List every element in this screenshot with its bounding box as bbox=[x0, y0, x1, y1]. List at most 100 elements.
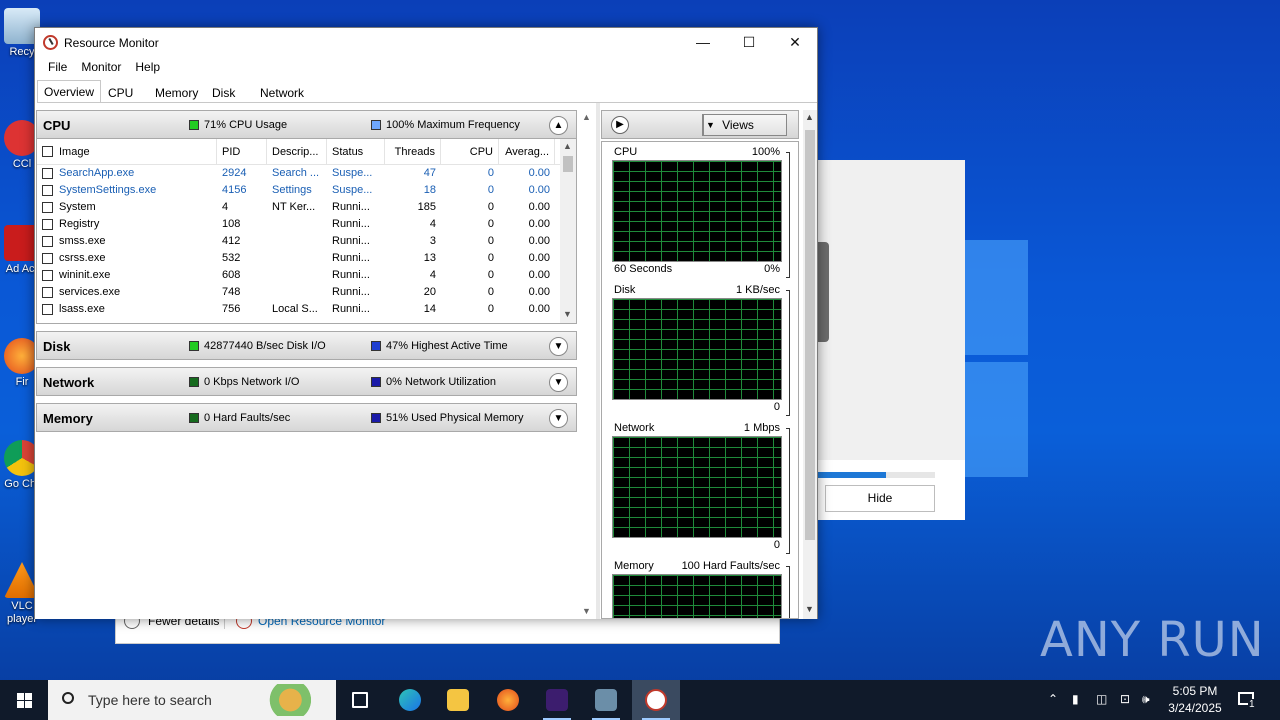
row-checkbox[interactable] bbox=[42, 304, 53, 315]
chevron-up-icon[interactable]: ▲ bbox=[549, 116, 568, 135]
table-row[interactable]: SystemSettings.exe 4156 Settings Suspe... 18… bbox=[37, 182, 576, 199]
taskbar-clock[interactable]: 5:05 PM 3/24/2025 bbox=[1160, 683, 1230, 717]
meet-now-icon[interactable]: ◫ bbox=[1096, 692, 1107, 706]
scroll-down-arrow[interactable]: ▼ bbox=[582, 606, 591, 616]
column-pid[interactable]: PID bbox=[217, 139, 267, 164]
scroll-thumb[interactable] bbox=[805, 130, 815, 540]
start-button[interactable] bbox=[0, 680, 48, 720]
cpu-section-header[interactable]: CPU 71% CPU Usage 100% Maximum Frequency… bbox=[36, 110, 577, 139]
chevron-down-icon[interactable]: ▼ bbox=[549, 373, 568, 392]
column-image[interactable]: Image bbox=[37, 139, 217, 164]
row-checkbox[interactable] bbox=[42, 253, 53, 264]
disk-io-text: 42877440 B/sec Disk I/O bbox=[204, 340, 326, 352]
network-icon[interactable]: ⊡ bbox=[1120, 692, 1130, 706]
row-checkbox[interactable] bbox=[42, 287, 53, 298]
maximize-button[interactable]: ☐ bbox=[726, 28, 772, 57]
menu-help[interactable]: Help bbox=[128, 57, 167, 78]
row-checkbox[interactable] bbox=[42, 202, 53, 213]
graph-canvas bbox=[612, 298, 782, 400]
scroll-thumb[interactable] bbox=[563, 156, 573, 172]
graphs-area: CPU 100% 60 Seconds 0% Disk 1 KB/sec 0 Netw… bbox=[601, 141, 799, 619]
tab-network[interactable]: Network bbox=[253, 81, 311, 102]
tab-overview[interactable]: Overview bbox=[37, 80, 102, 103]
cell-image: System bbox=[37, 199, 217, 216]
table-row[interactable]: wininit.exe 608 Runni... 4 0 0.00 bbox=[37, 267, 576, 284]
views-dropdown[interactable]: Views ▼ bbox=[702, 114, 787, 136]
chevron-right-icon[interactable]: ▶ bbox=[611, 116, 629, 134]
panel-splitter[interactable] bbox=[596, 103, 600, 619]
hide-button[interactable]: Hide bbox=[825, 485, 935, 512]
table-header: Image PID Descrip... Status Threads CPU … bbox=[37, 139, 576, 165]
cell-pid: 532 bbox=[222, 252, 241, 264]
column-threads[interactable]: Threads bbox=[385, 139, 441, 164]
row-checkbox[interactable] bbox=[42, 168, 53, 179]
row-checkbox[interactable] bbox=[42, 185, 53, 196]
table-row[interactable]: csrss.exe 532 Runni... 13 0 0.00 bbox=[37, 250, 576, 267]
task-view-button[interactable] bbox=[336, 680, 384, 720]
table-row[interactable]: smss.exe 412 Runni... 3 0 0.00 bbox=[37, 233, 576, 250]
left-panel-scrollbar[interactable]: ▲ ▼ bbox=[580, 110, 594, 622]
cpu-process-table: Image PID Descrip... Status Threads CPU … bbox=[36, 139, 577, 324]
volume-icon[interactable]: 🕪 bbox=[1142, 692, 1150, 707]
cpu-graph: CPU 100% 60 Seconds 0% bbox=[612, 144, 792, 278]
table-body: SearchApp.exe 2924 Search ... Suspe... 47 0 0.… bbox=[37, 165, 576, 318]
notification-center-button[interactable]: 1 bbox=[1236, 689, 1258, 711]
scroll-up-arrow[interactable]: ▲ bbox=[582, 112, 591, 122]
cell-image: SearchApp.exe bbox=[37, 165, 217, 182]
cell-status: Suspe... bbox=[332, 167, 373, 179]
scroll-up-arrow[interactable]: ▲ bbox=[563, 141, 572, 151]
cell-status: Runni... bbox=[332, 286, 370, 298]
row-checkbox[interactable] bbox=[42, 270, 53, 281]
table-row[interactable]: services.exe 748 Runni... 20 0 0.00 bbox=[37, 284, 576, 301]
windows-icon bbox=[17, 693, 24, 700]
row-checkbox[interactable] bbox=[42, 236, 53, 247]
taskbar-task-manager[interactable] bbox=[582, 680, 630, 720]
table-row[interactable]: SearchApp.exe 2924 Search ... Suspe... 47 0 0.… bbox=[37, 165, 576, 182]
tab-cpu[interactable]: CPU bbox=[101, 81, 148, 102]
minimize-button[interactable]: — bbox=[680, 28, 726, 57]
tab-memory[interactable]: Memory bbox=[148, 81, 205, 102]
right-panel-scrollbar[interactable]: ▲ ▼ bbox=[803, 110, 817, 619]
scroll-down-arrow[interactable]: ▼ bbox=[563, 309, 572, 319]
scroll-down-arrow[interactable]: ▼ bbox=[805, 604, 814, 614]
cell-description bbox=[267, 250, 327, 267]
row-checkbox[interactable] bbox=[42, 219, 53, 230]
select-all-checkbox[interactable] bbox=[42, 146, 53, 157]
chevron-down-icon[interactable]: ▼ bbox=[549, 409, 568, 428]
cell-cpu: 0 bbox=[487, 252, 494, 264]
disk-section-header[interactable]: Disk 42877440 B/sec Disk I/O 47% Highest… bbox=[36, 331, 577, 360]
table-row[interactable]: System 4 NT Ker... Runni... 185 0 0.00 bbox=[37, 199, 576, 216]
column-description[interactable]: Descrip... bbox=[267, 139, 327, 164]
taskbar-edge[interactable] bbox=[386, 680, 434, 720]
memory-section-header[interactable]: Memory 0 Hard Faults/sec 51% Used Physic… bbox=[36, 403, 577, 432]
taskbar-resource-monitor[interactable] bbox=[632, 680, 680, 720]
menu-monitor[interactable]: Monitor bbox=[74, 57, 128, 78]
cell-cpu: 0 bbox=[487, 303, 494, 315]
dropdown-arrow-icon[interactable]: ▼ bbox=[703, 115, 717, 135]
table-row[interactable]: Registry 108 Runni... 4 0 0.00 bbox=[37, 216, 576, 233]
cell-average: 0.00 bbox=[528, 184, 550, 196]
chevron-up-icon[interactable]: ⌃ bbox=[1048, 692, 1058, 706]
tab-disk[interactable]: Disk bbox=[205, 81, 253, 102]
chevron-down-icon[interactable]: ▼ bbox=[549, 337, 568, 356]
taskbar-firefox[interactable] bbox=[484, 680, 532, 720]
cell-threads: 18 bbox=[423, 184, 436, 196]
column-average[interactable]: Averag... bbox=[499, 139, 555, 164]
title-bar[interactable]: Resource Monitor — ☐ ✕ bbox=[35, 28, 817, 57]
column-cpu[interactable]: CPU bbox=[441, 139, 499, 164]
table-row[interactable]: lsass.exe 756 Local S... Runni... 14 0 0.00 bbox=[37, 301, 576, 318]
network-section-header[interactable]: Network 0 Kbps Network I/O 0% Network Ut… bbox=[36, 367, 577, 396]
table-scrollbar[interactable]: ▲ ▼ bbox=[560, 139, 576, 323]
column-status[interactable]: Status bbox=[327, 139, 385, 164]
hard-faults-text: 0 Hard Faults/sec bbox=[204, 412, 291, 424]
taskbar-file-explorer[interactable] bbox=[434, 680, 482, 720]
menu-file[interactable]: File bbox=[41, 57, 74, 78]
taskbar-media-app[interactable] bbox=[533, 680, 581, 720]
scroll-up-arrow[interactable]: ▲ bbox=[805, 112, 814, 122]
network-utilization-text: 0% Network Utilization bbox=[386, 376, 497, 388]
taskbar-search-box[interactable]: Type here to search bbox=[48, 680, 336, 720]
tablet-icon[interactable]: ▮ bbox=[1072, 692, 1079, 706]
close-button[interactable]: ✕ bbox=[772, 28, 818, 57]
cell-description: NT Ker... bbox=[272, 201, 316, 213]
cell-pid: 4156 bbox=[222, 184, 247, 196]
